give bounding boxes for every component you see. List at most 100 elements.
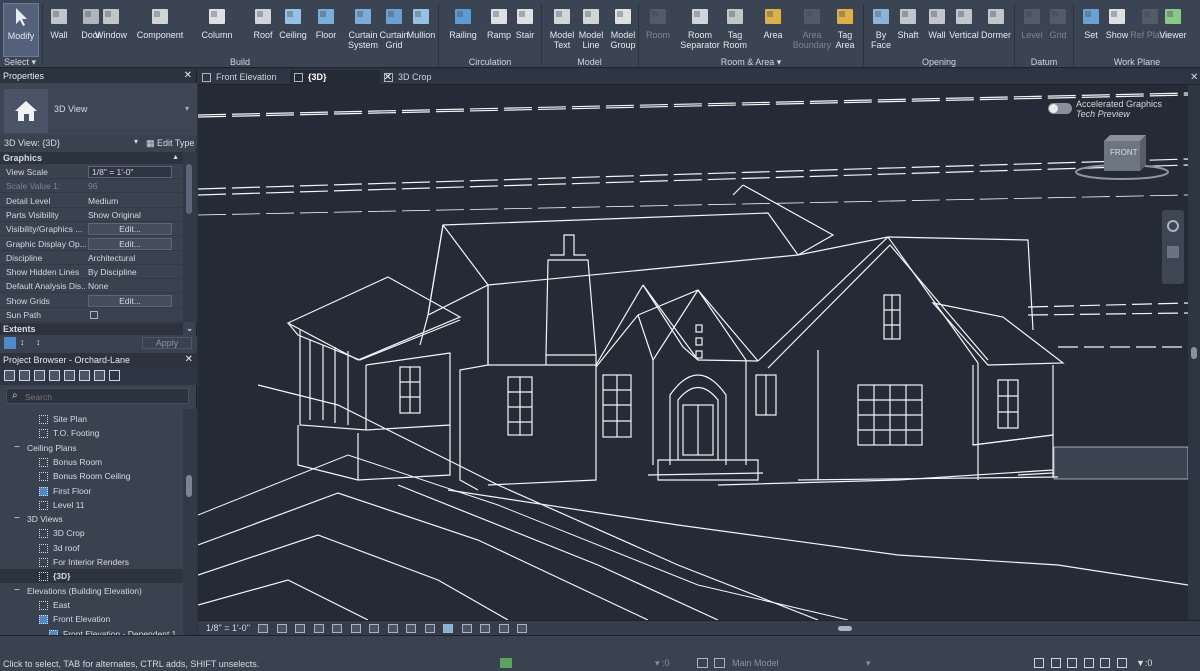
select-links-icon[interactable] [1034,658,1044,668]
column-button[interactable]: Column [202,3,233,57]
show-button[interactable]: Show [1102,3,1132,57]
crop-icon[interactable] [350,624,361,633]
show-crop-icon[interactable] [369,624,379,633]
wall-button[interactable]: Wall [44,3,74,57]
roof-button[interactable]: Roof [248,3,278,57]
select-dropdown[interactable]: Select ▾ [0,57,40,67]
mullion-button[interactable]: Mullion [406,3,436,57]
render-icon[interactable] [332,624,342,633]
3d-viewport[interactable]: Accelerated Graphics Tech Preview FRONT [198,85,1188,620]
main-model-label[interactable]: Main Model [732,658,779,668]
dormer-button[interactable]: Dormer [981,3,1011,57]
edit-type-button[interactable]: ▦ Edit Type [146,138,194,149]
chevron-left-icon[interactable] [517,624,527,633]
house-model-drawing[interactable] [198,85,1188,620]
viewer-button[interactable]: Viewer [1158,3,1188,57]
edit-button[interactable]: Edit... [88,294,172,307]
stair-button[interactable]: Stair [510,3,540,57]
close-icon[interactable]: ✕ [185,353,193,367]
window-button[interactable]: Window [95,3,127,57]
view-scale-input[interactable]: 1/8" = 1'-0" [88,166,172,178]
browser-item[interactable]: First Floor [0,484,183,498]
sort-az-icon[interactable]: ↕ [20,337,25,347]
constraints-icon[interactable] [498,624,509,633]
browser-item[interactable]: Front Elevation [0,612,183,626]
property-row[interactable]: Visibility/Graphics ... Edit... [0,222,183,237]
tab-front-elevation[interactable]: Front Elevation [198,70,298,85]
view-cube[interactable]: FRONT [1072,135,1172,185]
navigation-bar[interactable] [1162,210,1184,284]
lightbulb-icon[interactable] [443,624,453,633]
tag-room-button[interactable]: Tag Room [720,3,750,57]
steering-wheel-icon[interactable] [1167,220,1179,232]
browser-scrollbar[interactable] [183,409,197,635]
view-scale-label[interactable]: 1/8" = 1'-0" [206,623,250,633]
edit-button[interactable]: Edit... [88,223,172,236]
horizontal-scrollbar[interactable] [518,626,1188,631]
sun-path-checkbox[interactable] [90,311,98,319]
property-row[interactable]: Discipline Architectural [0,251,183,265]
graphics-group-header[interactable]: Graphics ▲ [0,152,183,164]
close-icon[interactable]: ✕ [184,69,192,83]
browser-search[interactable]: ⌕ [6,388,189,404]
instance-row[interactable]: 3D View: {3D} ▾ ▦ Edit Type [0,135,197,149]
browser-item[interactable]: East [0,598,183,612]
shaft-button[interactable]: Shaft [893,3,923,57]
collapse-icon[interactable]: − [14,441,20,455]
workset-icon[interactable] [500,658,512,668]
reveal-icon[interactable] [424,624,435,633]
browser-item[interactable]: −3D Views [0,512,183,526]
detail-level-icon[interactable] [258,624,268,633]
legend-icon[interactable] [64,370,75,381]
apply-button[interactable]: Apply [142,337,192,349]
model-dropdown-chevron-icon[interactable]: ▾ [866,658,871,669]
by-face-button[interactable]: By Face [866,3,896,57]
search-input[interactable] [25,391,175,402]
browser-item[interactable]: T.O. Footing [0,426,183,440]
chevron-down-icon[interactable]: ▾ [185,104,189,113]
link-icon[interactable] [109,370,120,381]
select-underlay-icon[interactable] [1050,658,1061,668]
browser-item[interactable]: Level 11 [0,498,183,512]
chevron-down-icon[interactable]: ▾ [655,658,660,668]
unlock-icon[interactable] [387,624,398,633]
collapse-icon[interactable]: − [14,512,20,526]
tag-area-button[interactable]: Tag Area [830,3,860,57]
extents-group-header[interactable]: Extents ⌄ [0,323,193,335]
property-row[interactable]: Scale Value 1: 96 [0,179,183,194]
analysis-icon[interactable] [480,624,490,633]
worksharing-icon[interactable] [461,624,472,633]
wall-button[interactable]: Wall [922,3,952,57]
type-selector[interactable]: 3D View ▾ [0,83,197,139]
model-group-button[interactable]: Model Group [603,3,643,57]
railing-button[interactable]: Railing [448,3,478,57]
browser-item[interactable]: Bonus Room Ceiling [0,469,183,483]
filter-icon[interactable]: ▼ [1136,658,1145,668]
temp-hide-icon[interactable] [406,624,416,633]
browser-item[interactable]: − Ceiling Plans [0,441,183,455]
room-area-panel-title[interactable]: Room & Area ▾ [640,57,862,67]
home-icon[interactable] [4,370,15,381]
collapse-icon[interactable]: − [14,584,20,598]
background-process-icon[interactable] [1116,658,1127,668]
browser-item[interactable]: − Elevations (Building Elevation) [0,584,183,598]
visual-style-icon[interactable] [276,624,287,633]
chevron-down-icon[interactable]: ▾ [134,137,138,146]
camera-icon[interactable] [19,370,30,381]
property-row[interactable]: Show Grids Edit... [0,294,183,308]
drag-elements-icon[interactable] [1100,658,1110,668]
family-icon[interactable] [79,370,90,381]
shadows-icon[interactable] [313,624,324,633]
vertical-button[interactable]: Vertical [949,3,979,57]
property-row[interactable]: Default Analysis Dis... None [0,279,183,294]
select-by-face-icon[interactable] [1083,658,1094,668]
property-row[interactable]: Parts Visibility Show Original [0,208,183,222]
property-row[interactable]: Graphic Display Op... Edit... [0,237,183,251]
schedule-icon[interactable] [49,370,60,381]
room-separator-button[interactable]: Room Separator [680,3,720,57]
tab-3d-crop[interactable]: 3D Crop [380,70,480,85]
floor-button[interactable]: Floor [311,3,341,57]
area-button[interactable]: Area [758,3,788,57]
close-icon[interactable]: ✕ [1190,72,1198,83]
accelerated-graphics-toggle[interactable] [1048,103,1072,114]
